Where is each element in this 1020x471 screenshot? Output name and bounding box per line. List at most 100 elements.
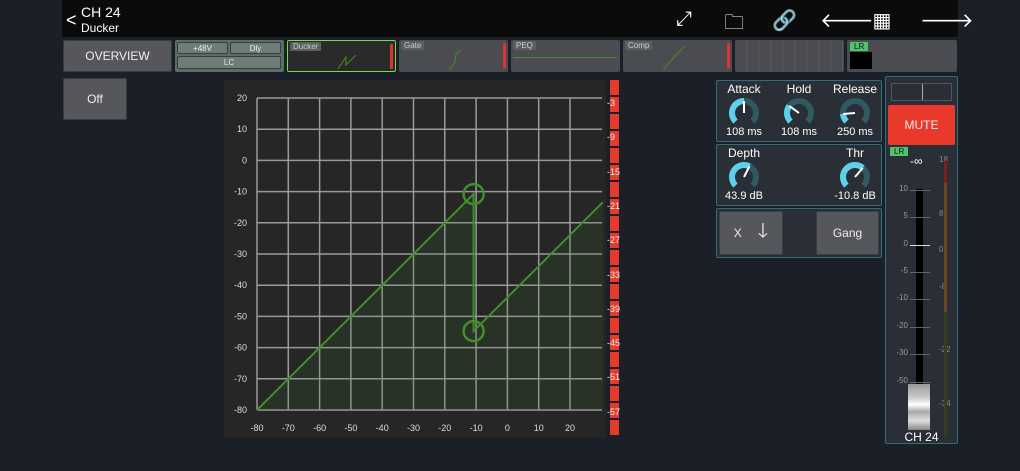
- thr-value: -10.8 dB: [834, 190, 876, 202]
- x-tick-label: 10: [534, 423, 544, 433]
- key-source-label: X: [733, 226, 742, 240]
- arrow-left-icon[interactable]: 🡐: [820, 8, 874, 33]
- meter-segment: [610, 386, 619, 401]
- folder-icon[interactable]: 🗀: [722, 8, 746, 42]
- meter-label: -45: [607, 338, 621, 349]
- meter-segment: [610, 420, 619, 435]
- fx-tab[interactable]: [735, 40, 844, 72]
- comp-curve-icon: [663, 46, 686, 70]
- meter-scale-label: 8: [939, 209, 944, 218]
- y-tick-label: -20: [234, 218, 247, 228]
- y-tick-label: 20: [237, 93, 247, 103]
- delay-button[interactable]: Dly: [230, 42, 281, 54]
- y-tick-label: -10: [234, 187, 247, 197]
- fullscreen-icon[interactable]: ⤢: [672, 8, 696, 31]
- gate-meter: [503, 43, 506, 68]
- attack-value: 108 ms: [725, 126, 763, 138]
- meter-scale-label: 0: [939, 245, 944, 254]
- bus-preview: [850, 52, 872, 69]
- attack-label: Attack: [727, 82, 761, 96]
- bus-tab[interactable]: LR: [847, 40, 957, 72]
- x-tick-label: 20: [565, 423, 575, 433]
- top-bar: < CH 24 Ducker ⤢ 🗀 🔗 🡐 ▦ 🡒: [62, 0, 974, 37]
- back-icon[interactable]: <: [66, 10, 77, 31]
- gate-tab[interactable]: Gate: [399, 40, 508, 72]
- meter-label: -27: [607, 235, 621, 246]
- y-tick-label: 0: [242, 155, 247, 165]
- hold-label: Hold: [786, 82, 812, 96]
- hold-value: 108 ms: [780, 126, 818, 138]
- channel-fader-panel: MUTE LR -∞ 1050-5-10-20-30-501880-8-22-3…: [885, 76, 958, 444]
- mute-button[interactable]: MUTE: [888, 105, 955, 145]
- x-tick-label: -70: [282, 423, 295, 433]
- meter-label: -9: [607, 132, 616, 143]
- release-knob[interactable]: [837, 96, 873, 126]
- fader-scale-label: -20: [896, 321, 908, 330]
- x-tick-label: -80: [250, 423, 263, 433]
- gang-button[interactable]: Gang: [816, 211, 879, 255]
- depth-knob[interactable]: [726, 160, 762, 190]
- ducker-meter: [390, 44, 393, 69]
- pan-control[interactable]: [891, 83, 952, 101]
- gate-label: Gate: [401, 41, 425, 50]
- phantom-button[interactable]: +48V: [177, 42, 228, 54]
- thr-knob[interactable]: [837, 160, 873, 190]
- grid-icon[interactable]: ▦: [870, 8, 894, 33]
- depth-label: Depth: [727, 146, 761, 160]
- peq-curve-icon: [513, 57, 617, 58]
- meter-segment: [610, 250, 619, 265]
- release-label: Release: [832, 82, 878, 96]
- page-title: Ducker: [81, 21, 120, 35]
- comp-label: Comp: [625, 41, 653, 50]
- ducker-graph[interactable]: -80 -70 -60 -50 -40 -30 -20 -10 0 10 20 20 10 0 -10 -20…: [224, 80, 606, 438]
- fader-scale-label: -30: [896, 348, 908, 357]
- meter-segment: [610, 182, 619, 197]
- overview-button[interactable]: OVERVIEW: [63, 40, 172, 72]
- meter-segment: [610, 284, 619, 299]
- arrow-down-icon: 🡓: [757, 220, 769, 242]
- fader-bus-badge: LR: [890, 147, 909, 156]
- fader-track[interactable]: [916, 189, 923, 399]
- level-meter: [944, 161, 947, 436]
- y-tick-label: -40: [234, 280, 247, 290]
- fader-scale-label: 5: [903, 211, 908, 220]
- key-source-button[interactable]: X 🡓: [719, 211, 783, 255]
- y-tick-label: -70: [234, 374, 247, 384]
- ducker-label: Ducker: [290, 42, 322, 51]
- lr-badge: LR: [850, 42, 869, 51]
- y-tick-label: 10: [237, 124, 247, 134]
- y-tick-label: -60: [234, 343, 247, 353]
- x-tick-label: -60: [313, 423, 326, 433]
- peq-label: PEQ: [513, 41, 536, 50]
- depth-value: 43.9 dB: [725, 190, 763, 202]
- attack-knob[interactable]: [726, 96, 762, 126]
- x-tick-label: -20: [438, 423, 451, 433]
- release-value: 250 ms: [836, 126, 874, 138]
- fader-scale-label: -10: [896, 293, 908, 302]
- y-tick-label: -80: [234, 405, 247, 415]
- fader-handle[interactable]: [908, 384, 930, 430]
- y-tick-label: -50: [234, 311, 247, 321]
- ducker-tab[interactable]: Ducker: [287, 40, 396, 72]
- peq-tab[interactable]: PEQ: [511, 40, 620, 72]
- fader-scale-label: -50: [896, 376, 908, 385]
- comp-tab[interactable]: Comp: [623, 40, 732, 72]
- meter-label: -33: [607, 269, 621, 280]
- meter-segment: [610, 148, 619, 163]
- x-tick-label: -40: [376, 423, 389, 433]
- fader-scale-label: -5: [900, 266, 908, 275]
- meter-label: -39: [607, 303, 621, 314]
- lowcut-button[interactable]: LC: [177, 56, 281, 69]
- y-tick-label: -30: [234, 249, 247, 259]
- meter-label: -57: [607, 406, 621, 417]
- fader-level: -∞: [910, 154, 923, 168]
- meter-segment: [610, 80, 619, 95]
- ducker-curve-icon: [338, 54, 357, 69]
- input-strip[interactable]: +48V Dly LC: [175, 40, 284, 72]
- meter-label: -51: [607, 372, 621, 383]
- x-tick-label: -30: [407, 423, 420, 433]
- arrow-right-icon[interactable]: 🡒: [920, 8, 974, 33]
- off-button[interactable]: Off: [63, 78, 127, 120]
- link-icon[interactable]: 🔗: [772, 8, 797, 33]
- hold-knob[interactable]: [781, 96, 817, 126]
